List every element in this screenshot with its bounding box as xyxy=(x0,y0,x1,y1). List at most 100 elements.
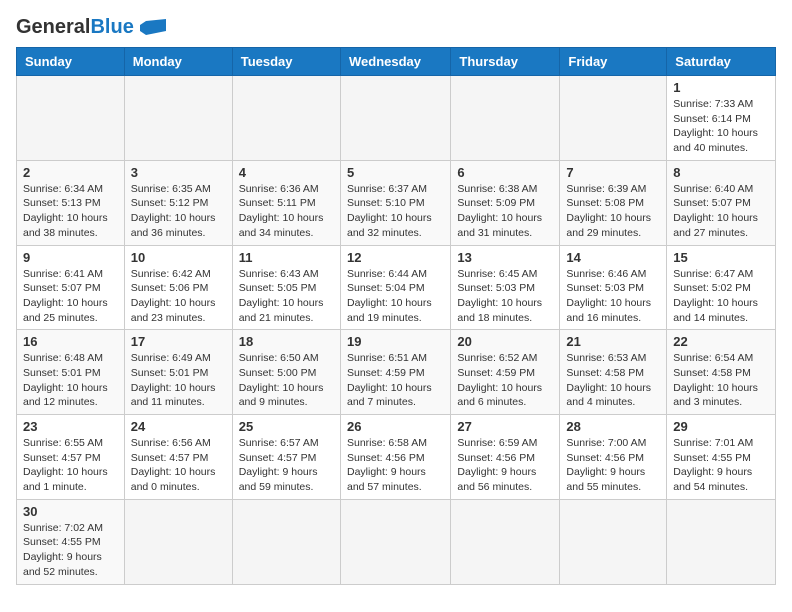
calendar-cell: 29 Sunrise: 7:01 AMSunset: 4:55 PMDayligh… xyxy=(667,415,776,500)
day-info: Sunrise: 6:43 AMSunset: 5:05 PMDaylight:… xyxy=(239,267,334,326)
day-number: 20 xyxy=(457,334,553,349)
calendar-cell: 11Sunrise: 6:43 AMSunset: 5:05 PMDayligh… xyxy=(232,245,340,330)
calendar-cell xyxy=(560,499,667,584)
day-number: 12 xyxy=(347,250,444,265)
day-info: Sunrise: 6:35 AMSunset: 5:12 PMDaylight:… xyxy=(131,182,226,241)
day-number: 22 xyxy=(673,334,769,349)
day-info: Sunrise: 6:46 AMSunset: 5:03 PMDaylight:… xyxy=(566,267,660,326)
calendar-cell: 3 Sunrise: 6:35 AMSunset: 5:12 PMDaylight… xyxy=(124,160,232,245)
calendar-week-row: 1 Sunrise: 7:33 AMSunset: 6:14 PMDaylight… xyxy=(17,76,776,161)
day-number: 18 xyxy=(239,334,334,349)
calendar-cell xyxy=(451,76,560,161)
logo-icon xyxy=(138,17,170,39)
calendar-cell: 26 Sunrise: 6:58 AMSunset: 4:56 PMDayligh… xyxy=(340,415,450,500)
logo-general: GeneralBlue xyxy=(16,16,134,39)
day-info: Sunrise: 7:00 AMSunset: 4:56 PMDaylight:… xyxy=(566,436,660,495)
calendar-cell: 2 Sunrise: 6:34 AMSunset: 5:13 PMDaylight… xyxy=(17,160,125,245)
day-info: Sunrise: 6:53 AMSunset: 4:58 PMDaylight:… xyxy=(566,351,660,410)
calendar-cell xyxy=(124,499,232,584)
calendar-cell: 27 Sunrise: 6:59 AMSunset: 4:56 PMDayligh… xyxy=(451,415,560,500)
day-number: 10 xyxy=(131,250,226,265)
day-info: Sunrise: 6:44 AMSunset: 5:04 PMDaylight:… xyxy=(347,267,444,326)
day-number: 14 xyxy=(566,250,660,265)
day-number: 2 xyxy=(23,165,118,180)
calendar-cell xyxy=(340,76,450,161)
day-info: Sunrise: 6:48 AMSunset: 5:01 PMDaylight:… xyxy=(23,351,118,410)
calendar-cell: 30Sunrise: 7:02 AMSunset: 4:55 PMDayligh… xyxy=(17,499,125,584)
calendar-week-row: 30Sunrise: 7:02 AMSunset: 4:55 PMDayligh… xyxy=(17,499,776,584)
calendar-cell: 10 Sunrise: 6:42 AMSunset: 5:06 PMDayligh… xyxy=(124,245,232,330)
day-number: 5 xyxy=(347,165,444,180)
day-number: 24 xyxy=(131,419,226,434)
day-number: 17 xyxy=(131,334,226,349)
day-info: Sunrise: 7:33 AMSunset: 6:14 PMDaylight:… xyxy=(673,97,769,156)
calendar-cell: 21Sunrise: 6:53 AMSunset: 4:58 PMDayligh… xyxy=(560,330,667,415)
day-number: 27 xyxy=(457,419,553,434)
day-number: 26 xyxy=(347,419,444,434)
header: GeneralBlue xyxy=(16,16,776,39)
day-info: Sunrise: 6:52 AMSunset: 4:59 PMDaylight:… xyxy=(457,351,553,410)
day-info: Sunrise: 6:45 AMSunset: 5:03 PMDaylight:… xyxy=(457,267,553,326)
calendar-cell xyxy=(451,499,560,584)
calendar-cell: 15Sunrise: 6:47 AMSunset: 5:02 PMDayligh… xyxy=(667,245,776,330)
day-number: 7 xyxy=(566,165,660,180)
weekday-header-sunday: Sunday xyxy=(17,48,125,76)
day-number: 29 xyxy=(673,419,769,434)
calendar-cell: 5 Sunrise: 6:37 AMSunset: 5:10 PMDaylight… xyxy=(340,160,450,245)
calendar-cell: 19Sunrise: 6:51 AMSunset: 4:59 PMDayligh… xyxy=(340,330,450,415)
day-info: Sunrise: 6:42 AMSunset: 5:06 PMDaylight:… xyxy=(131,267,226,326)
day-info: Sunrise: 6:34 AMSunset: 5:13 PMDaylight:… xyxy=(23,182,118,241)
calendar-week-row: 9Sunrise: 6:41 AMSunset: 5:07 PMDaylight… xyxy=(17,245,776,330)
calendar: SundayMondayTuesdayWednesdayThursdayFrid… xyxy=(16,47,776,585)
day-info: Sunrise: 6:57 AMSunset: 4:57 PMDaylight:… xyxy=(239,436,334,495)
calendar-week-row: 23Sunrise: 6:55 AMSunset: 4:57 PMDayligh… xyxy=(17,415,776,500)
day-number: 8 xyxy=(673,165,769,180)
day-info: Sunrise: 6:58 AMSunset: 4:56 PMDaylight:… xyxy=(347,436,444,495)
calendar-cell: 1 Sunrise: 7:33 AMSunset: 6:14 PMDaylight… xyxy=(667,76,776,161)
weekday-header-tuesday: Tuesday xyxy=(232,48,340,76)
calendar-cell: 14 Sunrise: 6:46 AMSunset: 5:03 PMDayligh… xyxy=(560,245,667,330)
calendar-cell xyxy=(560,76,667,161)
day-info: Sunrise: 6:39 AMSunset: 5:08 PMDaylight:… xyxy=(566,182,660,241)
day-number: 13 xyxy=(457,250,553,265)
day-info: Sunrise: 6:51 AMSunset: 4:59 PMDaylight:… xyxy=(347,351,444,410)
day-info: Sunrise: 6:37 AMSunset: 5:10 PMDaylight:… xyxy=(347,182,444,241)
calendar-week-row: 16 Sunrise: 6:48 AMSunset: 5:01 PMDayligh… xyxy=(17,330,776,415)
day-info: Sunrise: 6:55 AMSunset: 4:57 PMDaylight:… xyxy=(23,436,118,495)
calendar-cell: 23Sunrise: 6:55 AMSunset: 4:57 PMDayligh… xyxy=(17,415,125,500)
weekday-header-thursday: Thursday xyxy=(451,48,560,76)
calendar-cell: 12 Sunrise: 6:44 AMSunset: 5:04 PMDayligh… xyxy=(340,245,450,330)
weekday-header-monday: Monday xyxy=(124,48,232,76)
day-info: Sunrise: 6:59 AMSunset: 4:56 PMDaylight:… xyxy=(457,436,553,495)
day-info: Sunrise: 6:36 AMSunset: 5:11 PMDaylight:… xyxy=(239,182,334,241)
day-info: Sunrise: 7:01 AMSunset: 4:55 PMDaylight:… xyxy=(673,436,769,495)
day-number: 9 xyxy=(23,250,118,265)
calendar-cell xyxy=(667,499,776,584)
calendar-cell: 22 Sunrise: 6:54 AMSunset: 4:58 PMDayligh… xyxy=(667,330,776,415)
day-info: Sunrise: 6:40 AMSunset: 5:07 PMDaylight:… xyxy=(673,182,769,241)
calendar-week-row: 2 Sunrise: 6:34 AMSunset: 5:13 PMDaylight… xyxy=(17,160,776,245)
calendar-cell xyxy=(340,499,450,584)
calendar-cell: 18Sunrise: 6:50 AMSunset: 5:00 PMDayligh… xyxy=(232,330,340,415)
logo-blue: Blue xyxy=(90,16,133,38)
day-info: Sunrise: 7:02 AMSunset: 4:55 PMDaylight:… xyxy=(23,521,118,580)
calendar-cell: 16 Sunrise: 6:48 AMSunset: 5:01 PMDayligh… xyxy=(17,330,125,415)
day-info: Sunrise: 6:38 AMSunset: 5:09 PMDaylight:… xyxy=(457,182,553,241)
day-number: 3 xyxy=(131,165,226,180)
weekday-header-friday: Friday xyxy=(560,48,667,76)
day-number: 1 xyxy=(673,80,769,95)
day-info: Sunrise: 6:54 AMSunset: 4:58 PMDaylight:… xyxy=(673,351,769,410)
day-number: 16 xyxy=(23,334,118,349)
calendar-cell: 24 Sunrise: 6:56 AMSunset: 4:57 PMDayligh… xyxy=(124,415,232,500)
calendar-cell xyxy=(232,76,340,161)
calendar-cell: 9Sunrise: 6:41 AMSunset: 5:07 PMDaylight… xyxy=(17,245,125,330)
day-info: Sunrise: 6:56 AMSunset: 4:57 PMDaylight:… xyxy=(131,436,226,495)
calendar-cell xyxy=(232,499,340,584)
day-info: Sunrise: 6:47 AMSunset: 5:02 PMDaylight:… xyxy=(673,267,769,326)
calendar-cell: 20 Sunrise: 6:52 AMSunset: 4:59 PMDayligh… xyxy=(451,330,560,415)
calendar-cell xyxy=(17,76,125,161)
day-number: 4 xyxy=(239,165,334,180)
calendar-cell: 17Sunrise: 6:49 AMSunset: 5:01 PMDayligh… xyxy=(124,330,232,415)
logo: GeneralBlue xyxy=(16,16,170,39)
calendar-cell: 4 Sunrise: 6:36 AMSunset: 5:11 PMDaylight… xyxy=(232,160,340,245)
